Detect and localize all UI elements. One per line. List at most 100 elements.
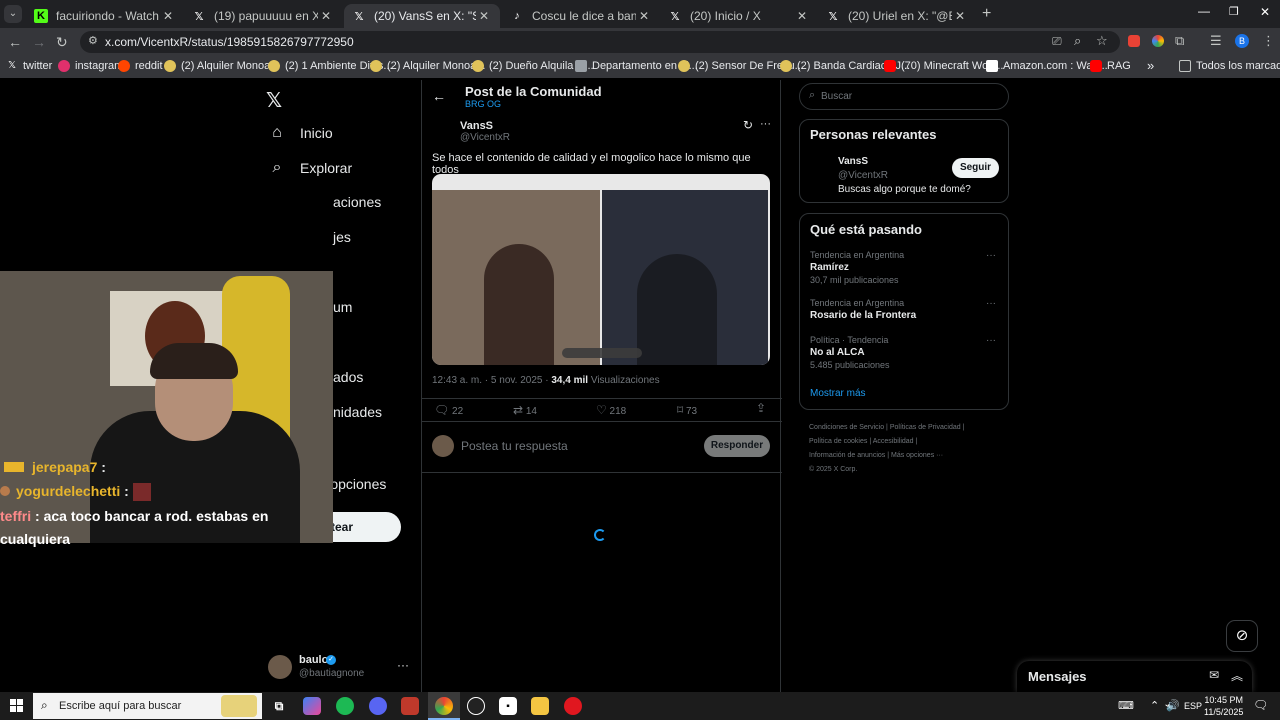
browser-tab[interactable]: ♪ Coscu le dice a bana que no es ✕ bbox=[502, 4, 660, 28]
follow-button[interactable]: Seguir bbox=[952, 158, 999, 178]
x-logo-icon[interactable]: 𝕏 bbox=[266, 88, 282, 113]
grok-icon[interactable]: ↻ bbox=[743, 118, 753, 132]
obs-icon[interactable] bbox=[467, 697, 485, 715]
person-handle[interactable]: @VicentxR bbox=[838, 170, 888, 181]
more-icon[interactable]: ··· bbox=[760, 118, 771, 130]
more-icon[interactable]: ··· bbox=[986, 298, 996, 309]
avatar[interactable] bbox=[810, 155, 834, 179]
bookmark[interactable]: reddit bbox=[118, 60, 163, 72]
url-text[interactable]: x.com/VicentxR/status/198591582679777295… bbox=[105, 35, 354, 49]
close-window-icon[interactable]: ✕ bbox=[1260, 5, 1270, 19]
keyboard-icon[interactable]: ⌨ bbox=[1118, 699, 1134, 712]
extension-icon[interactable] bbox=[1128, 35, 1140, 47]
nav-notifications[interactable]: aciones bbox=[333, 194, 381, 210]
task-view-icon[interactable]: ⧉ bbox=[270, 697, 288, 715]
site-info-icon[interactable]: ⚙ bbox=[88, 34, 98, 47]
close-icon[interactable]: ✕ bbox=[318, 9, 334, 23]
back-icon[interactable]: ← bbox=[8, 34, 22, 50]
clock[interactable]: 10:45 PM 11/5/2025 bbox=[1204, 694, 1243, 718]
footer-link[interactable]: Información de anuncios bbox=[809, 452, 885, 459]
reply-action[interactable]: 🗨 22 bbox=[434, 403, 463, 417]
trend-item[interactable]: Tendencia en Argentina Ramírez 30,7 mil … bbox=[810, 250, 1000, 286]
grok-floating-button[interactable]: ⊘ bbox=[1226, 620, 1258, 652]
author-name[interactable]: VansS bbox=[460, 120, 493, 132]
browser-tab[interactable]: 𝕏 (20) Inicio / X ✕ bbox=[660, 4, 818, 28]
nav-messages[interactable]: jes bbox=[333, 229, 351, 245]
menu-icon[interactable]: ⋮ bbox=[1262, 33, 1275, 49]
person-name[interactable]: VansS bbox=[838, 156, 868, 167]
bookmark[interactable]: (2) Alquiler Monoa... bbox=[370, 60, 485, 72]
post-timestamp[interactable]: 12:43 a. m. · 5 nov. 2025 · bbox=[432, 375, 549, 386]
tab-search-button[interactable]: ⌄ bbox=[4, 5, 22, 23]
footer-link[interactable]: Política de cookies bbox=[809, 438, 867, 445]
copilot-icon[interactable] bbox=[303, 697, 321, 715]
taskbar-search[interactable]: ⌕ Escribe aquí para buscar bbox=[33, 693, 262, 719]
bookmark[interactable]: instagram bbox=[58, 60, 123, 72]
share-icon[interactable]: ⇪ bbox=[756, 401, 766, 415]
more-icon[interactable]: ··· bbox=[986, 250, 996, 261]
opera-icon[interactable] bbox=[564, 697, 582, 715]
volume-icon[interactable]: 🔊 bbox=[1166, 699, 1180, 712]
account-switcher[interactable]: baulo ✓ @bautiagnone ··· bbox=[266, 652, 416, 684]
community-name[interactable]: BRG OG bbox=[465, 99, 501, 109]
author-avatar[interactable] bbox=[430, 120, 458, 148]
nav-premium[interactable]: um bbox=[333, 299, 352, 315]
show-more-link[interactable]: Mostrar más bbox=[810, 388, 866, 399]
browser-tab[interactable]: K facuiriondo - Watch clips on Ki ✕ bbox=[26, 4, 184, 28]
bookmark-star-icon[interactable]: ☆ bbox=[1096, 33, 1108, 49]
forward-icon[interactable]: → bbox=[32, 34, 46, 50]
close-icon[interactable]: ✕ bbox=[952, 9, 968, 23]
bookmark[interactable]: (2) Alquiler Monoa... bbox=[164, 60, 279, 72]
new-message-icon[interactable]: ✉ bbox=[1209, 668, 1219, 682]
author-handle[interactable]: @VicentxR bbox=[460, 132, 510, 143]
like-action[interactable]: ♡ 218 bbox=[596, 403, 626, 417]
browser-tab[interactable]: 𝕏 (20) Uriel en X: "@ElChacalito1 ✕ bbox=[818, 4, 976, 28]
install-app-icon[interactable]: ⎚ bbox=[1052, 34, 1062, 49]
app-icon[interactable]: ▪ bbox=[499, 697, 517, 715]
extension-icon[interactable] bbox=[1152, 35, 1164, 47]
more-bookmarks-button[interactable]: » bbox=[1147, 58, 1154, 73]
address-bar[interactable]: ⚙ x.com/VicentxR/status/1985915826797772… bbox=[80, 31, 1120, 53]
footer-link[interactable]: Más opciones ··· bbox=[891, 452, 943, 459]
close-icon[interactable]: ✕ bbox=[636, 9, 652, 23]
close-icon[interactable]: ✕ bbox=[160, 9, 176, 23]
nav-bookmarks[interactable]: ados bbox=[333, 369, 363, 385]
close-icon[interactable]: ✕ bbox=[476, 9, 492, 23]
new-tab-icon[interactable]: + bbox=[982, 5, 991, 23]
footer-link[interactable]: Condiciones de Servicio bbox=[809, 424, 884, 431]
back-arrow-icon[interactable]: ← bbox=[432, 88, 446, 104]
chrome-icon[interactable] bbox=[435, 697, 453, 715]
spotify-icon[interactable] bbox=[336, 697, 354, 715]
zoom-icon[interactable]: ⌕ bbox=[1074, 33, 1081, 49]
profile-avatar[interactable]: B bbox=[1235, 34, 1249, 48]
footer-link[interactable]: Accesibilidad bbox=[873, 438, 914, 445]
repost-action[interactable]: ⇄ 14 bbox=[513, 403, 537, 417]
minimize-icon[interactable]: — bbox=[1198, 4, 1210, 18]
bookmark[interactable]: RAG bbox=[1090, 60, 1131, 72]
puzzle-icon[interactable]: ⧉ bbox=[1175, 33, 1184, 49]
bookmark[interactable]: 𝕏twitter bbox=[8, 60, 52, 72]
all-bookmarks[interactable]: Todos los marcadores bbox=[1179, 60, 1280, 72]
search-input[interactable]: ⌕ Buscar bbox=[799, 83, 1009, 110]
nav-explore[interactable]: ⌕ Explorar bbox=[266, 159, 353, 177]
nav-communities[interactable]: nidades bbox=[333, 404, 382, 420]
browser-tab[interactable]: 𝕏 (19) papuuuuu en X: "@bautiag ✕ bbox=[184, 4, 342, 28]
chevron-up-icon[interactable]: ⌃ bbox=[1150, 699, 1159, 712]
bookmark-action[interactable]: ⌑ 73 bbox=[677, 403, 697, 417]
browser-tab-active[interactable]: 𝕏 (20) VansS en X: "Se hace el cor ✕ bbox=[344, 4, 500, 28]
reply-input[interactable]: Postea tu respuesta bbox=[461, 439, 568, 453]
reply-button[interactable]: Responder bbox=[704, 435, 770, 457]
post-video[interactable] bbox=[432, 174, 770, 365]
language-indicator[interactable]: ESP bbox=[1184, 701, 1202, 711]
more-icon[interactable]: ··· bbox=[986, 335, 996, 346]
close-icon[interactable]: ✕ bbox=[794, 9, 810, 23]
trend-item[interactable]: Política · Tendencia No al ALCA 5.485 pu… bbox=[810, 335, 1000, 371]
footer-link[interactable]: Políticas de Privacidad bbox=[890, 424, 961, 431]
discord-icon[interactable] bbox=[369, 697, 387, 715]
reload-icon[interactable]: ↻ bbox=[56, 34, 68, 51]
windows-start-icon[interactable] bbox=[10, 699, 23, 712]
file-explorer-icon[interactable] bbox=[531, 697, 549, 715]
reading-list-icon[interactable]: ☰ bbox=[1210, 33, 1222, 49]
trend-item[interactable]: Tendencia en Argentina Rosario de la Fro… bbox=[810, 298, 1000, 324]
app-icon[interactable] bbox=[401, 697, 419, 715]
